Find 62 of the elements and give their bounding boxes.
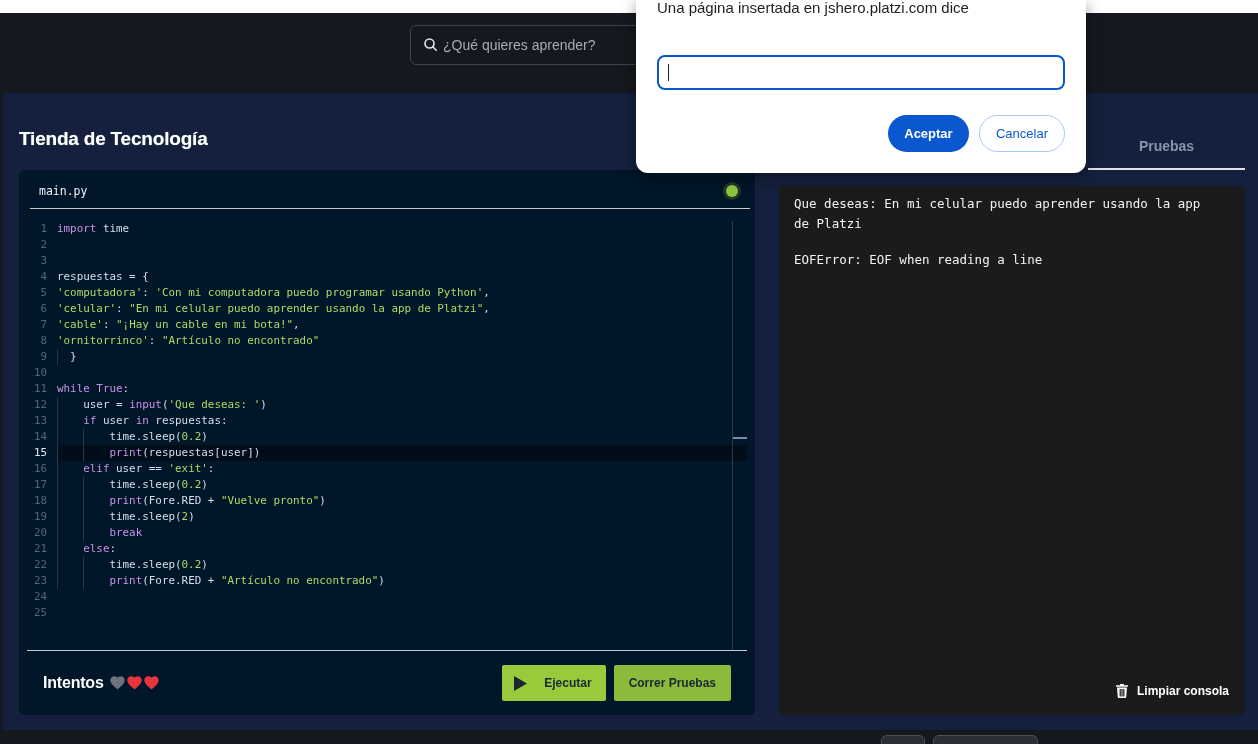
cursor-marker [733,437,747,439]
line-number: 9 [39,349,47,365]
line-number: 20 [33,525,47,541]
line-number: 6 [39,301,47,317]
console-output: Que deseas: En mi celular puedo aprender usando la app de Platzi [794,195,1202,233]
accept-button[interactable]: Aceptar [887,115,969,152]
code-line: 'ornitorrinco': "Artículo no encontrado" [57,333,320,349]
code-line: time.sleep(2) [57,509,195,525]
exercise-title: Tienda de Tecnología [19,127,208,151]
code-line: while True: [57,381,130,397]
line-number: 7 [39,317,47,333]
code-line: 'celular': "En mi celular puedo aprender usando la app de Platzi", [57,301,490,317]
dialog-message: Una página insertada en jshero.platzi.com dice [657,0,969,17]
line-number: 4 [39,269,47,285]
line-number: 1 [39,221,47,237]
code-line: print(Fore.RED + "Artículo no encontrado") [57,573,385,589]
status-dot-icon [723,182,741,200]
code-line: 'cable': "¡Hay un cable en mi bota!", [57,317,300,333]
file-name: main.py [39,184,88,198]
clear-console-button[interactable]: Limpiar consola [1115,684,1229,698]
line-number: 11 [33,381,47,397]
trash-icon [1115,684,1128,698]
cancel-button[interactable]: Cancelar [978,115,1065,152]
line-number: 24 [33,589,47,605]
line-number: 15 [33,445,47,461]
line-number: 3 [39,253,47,269]
line-number: 12 [33,397,47,413]
code-line: break [57,525,143,541]
console-output: EOFError: EOF when reading a line [794,251,1043,269]
code-line: else: [57,541,116,557]
text-cursor-icon [668,64,669,81]
run-button[interactable]: Ejecutar [502,665,606,701]
line-number: 10 [33,365,47,381]
code-line: time.sleep(0.2) [57,557,208,573]
code-line: print(Fore.RED + "Vuelve pronto") [57,493,326,509]
code-line: } [57,349,77,365]
code-line: 'computadora': 'Con mi computadora puedo programar usando Python', [57,285,490,301]
tab[interactable]: Pruebas [1088,123,1245,170]
line-number: 21 [33,541,47,557]
line-number: 22 [33,557,47,573]
search-icon [424,38,437,51]
line-number: 2 [39,237,47,253]
code-line: elif user == 'exit': [57,461,215,477]
code-line: time.sleep(0.2) [57,477,208,493]
line-number: 17 [33,477,47,493]
attempts-label: Intentos [43,674,104,692]
line-number: 5 [39,285,47,301]
code-line: respuestas = { [57,269,149,285]
line-number: 14 [33,429,47,445]
code-line: user = input('Que deseas: ') [57,397,267,413]
line-number: 23 [33,573,47,589]
play-icon [514,675,528,691]
line-number: 25 [33,605,47,621]
input-field[interactable] [657,55,1065,90]
line-number: 13 [33,413,47,429]
line-number: 16 [33,461,47,477]
test-button[interactable]: Correr Pruebas [613,665,731,701]
line-number: 18 [33,493,47,509]
code-line: if user in respuestas: [57,413,228,429]
line-number: 8 [39,333,47,349]
code-line: import time [57,221,130,237]
line-number: 19 [33,509,47,525]
